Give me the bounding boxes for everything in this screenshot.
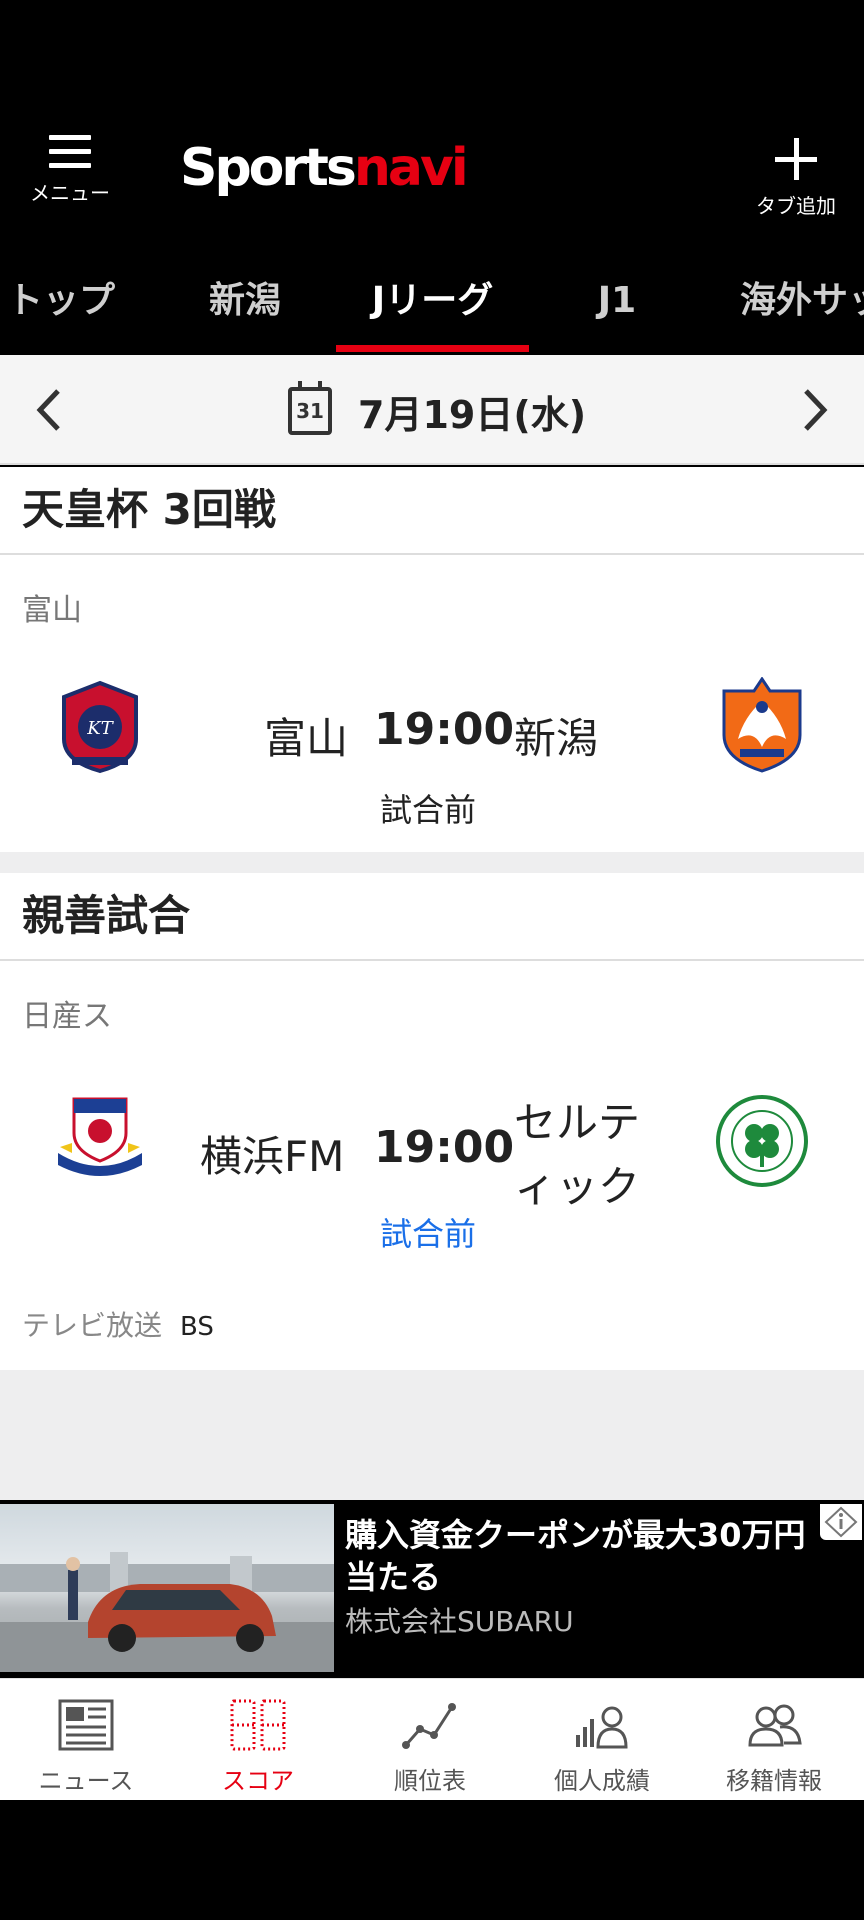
competition-section: 親善試合 日産ス 横浜FM 19:00 セルテ ィック 試合前 テレビ放送 BS [0, 873, 864, 1370]
svg-text:KT: KT [86, 718, 114, 739]
tab-overseas-soccer[interactable]: 海外サッ [740, 262, 864, 352]
kickoff-time: 19:00 [374, 1122, 515, 1173]
menu-button[interactable]: メニュー [20, 135, 120, 225]
sportsnavi-logo[interactable]: Sportsnavi [180, 138, 469, 198]
news-icon [58, 1699, 114, 1751]
tv-broadcast-channel: BS [180, 1312, 214, 1342]
nav-transfers-label: 移籍情報 [726, 1767, 822, 1795]
nav-score[interactable]: スコア [172, 1679, 344, 1801]
kataller-toyama-crest-icon: KT [62, 680, 138, 774]
transfer-icon [748, 1704, 802, 1747]
nav-news-label: ニュース [38, 1767, 134, 1795]
current-date: 7月19日(水) [358, 392, 587, 437]
nav-player-stats[interactable]: 個人成績 [516, 1679, 688, 1801]
ad-image [0, 1504, 334, 1672]
albirex-niigata-crest-icon [722, 677, 802, 773]
menu-label: メニュー [30, 181, 110, 205]
standings-icon [402, 1703, 456, 1749]
match-venue: 日産ス [22, 999, 112, 1034]
nav-transfers[interactable]: 移籍情報 [688, 1679, 860, 1801]
next-day-button[interactable] [794, 385, 834, 435]
bottom-navigation: ニュース スコア 順位表 個人成績 移籍情報 [0, 1678, 864, 1800]
home-team: 富山 [264, 714, 349, 763]
chevron-right-icon [804, 389, 828, 431]
calendar-icon: 31 [288, 381, 332, 435]
score-list: 天皇杯 3回戦 富山 KT 富山 19:00 新潟 試合前 親善試合 日産ス 横… [0, 467, 864, 1500]
match-status[interactable]: 試合前 [380, 1209, 476, 1255]
date-navigator: 31 7月19日(水) [0, 355, 864, 465]
away-team: セルテ ィック [514, 1098, 641, 1211]
hamburger-icon [49, 135, 91, 168]
score-icon [230, 1699, 286, 1751]
celtic-fc-crest-icon [716, 1095, 808, 1187]
match-venue: 富山 [22, 593, 82, 628]
competition-title: 天皇杯 3回戦 [0, 467, 864, 555]
ad-advertiser: 株式会社SUBARU [345, 1605, 574, 1638]
nav-news[interactable]: ニュース [0, 1679, 172, 1801]
category-tabs: トップ 新潟 Jリーグ J1 海外サッ [0, 262, 864, 352]
match-status: 試合前 [380, 791, 477, 829]
nav-score-label: スコア [222, 1767, 294, 1795]
add-tab-button[interactable]: タブ追加 [746, 138, 846, 219]
competition-title: 親善試合 [0, 873, 864, 961]
plus-icon [775, 138, 817, 180]
competition-section: 天皇杯 3回戦 富山 KT 富山 19:00 新潟 試合前 [0, 467, 864, 852]
kickoff-time: 19:00 [374, 704, 515, 755]
previous-day-button[interactable] [30, 385, 70, 435]
away-team: 新潟 [514, 714, 599, 763]
tv-broadcast-label: テレビ放送 [22, 1309, 163, 1342]
nav-standings-label: 順位表 [394, 1767, 466, 1795]
ad-info-icon[interactable] [820, 1504, 862, 1540]
chevron-left-icon [36, 389, 60, 431]
app-header: メニュー Sportsnavi タブ追加 トップ 新潟 Jリーグ J1 海外サッ [0, 0, 864, 352]
yokohama-f-marinos-crest-icon [58, 1097, 142, 1176]
tab-niigata[interactable]: 新潟 [200, 262, 290, 352]
date-picker[interactable]: 31 7月19日(水) [288, 381, 587, 439]
player-stats-icon [576, 1706, 628, 1749]
add-tab-label: タブ追加 [756, 194, 836, 218]
tv-broadcast: テレビ放送 BS [22, 1304, 214, 1344]
home-team: 横浜FM [200, 1132, 345, 1181]
ad-title: 購入資金クーポンが最大30万円当たる [345, 1516, 806, 1596]
tab-top[interactable]: トップ [0, 262, 122, 352]
advertisement-banner[interactable]: 購入資金クーポンが最大30万円当たる 株式会社SUBARU [0, 1500, 864, 1676]
nav-standings[interactable]: 順位表 [344, 1679, 516, 1801]
tab-jleague[interactable]: Jリーグ [336, 262, 529, 352]
tab-j1[interactable]: J1 [582, 262, 652, 352]
nav-player-stats-label: 個人成績 [554, 1767, 650, 1795]
